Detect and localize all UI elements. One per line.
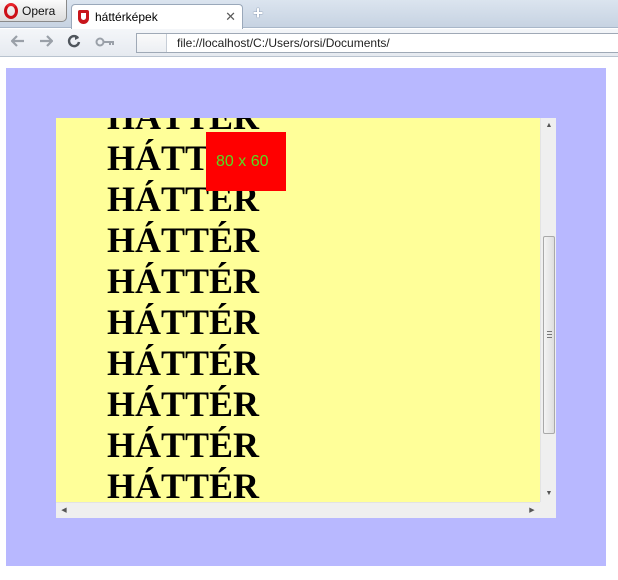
hatter-text: HÁTTÉR	[107, 179, 260, 219]
tab-title: háttérképek	[95, 10, 158, 24]
tab-hatterkepek[interactable]: háttérképek ✕	[71, 4, 243, 29]
tab-close-icon[interactable]: ✕	[225, 9, 236, 25]
vertical-scroll-thumb[interactable]	[543, 236, 555, 434]
hatter-text: HÁTTÉR	[107, 425, 260, 465]
scroll-up-arrow-icon[interactable]: ▲	[541, 118, 556, 134]
back-arrow-icon[interactable]	[8, 34, 28, 52]
red-box: 80 x 60	[206, 132, 286, 191]
forward-arrow-icon[interactable]	[36, 34, 56, 52]
grip-icon	[547, 331, 552, 338]
hatter-text: HÁTTÉR	[107, 466, 260, 506]
navigation-bar: file://localhost/C:/Users/orsi/Documents…	[0, 29, 618, 57]
scroll-right-arrow-icon[interactable]: ▶	[524, 503, 540, 518]
tab-favicon-icon	[78, 10, 89, 24]
new-tab-button[interactable]: +	[249, 4, 267, 23]
hatter-text: HÁTTÉR	[107, 261, 260, 301]
hatter-text: HÁTTÉR	[107, 138, 260, 178]
red-box-label: 80 x 60	[216, 153, 269, 170]
hatter-text: HÁTTÉR	[107, 220, 260, 260]
vertical-scrollbar[interactable]: ▲ ▼	[540, 118, 556, 502]
opera-menu-button[interactable]: Opera	[0, 0, 67, 22]
address-text[interactable]: file://localhost/C:/Users/orsi/Documents…	[167, 36, 390, 50]
address-field[interactable]: file://localhost/C:/Users/orsi/Documents…	[136, 33, 618, 53]
scrollable-box[interactable]: HÁTTÉR HÁTTÉR HÁTTÉR HÁTTÉR HÁTTÉR HÁTTÉ…	[56, 118, 556, 518]
hatter-text: HÁTTÉR	[107, 302, 260, 342]
reload-icon[interactable]	[64, 34, 84, 52]
opera-menu-label: Opera	[22, 3, 56, 18]
page-viewport: HÁTTÉR HÁTTÉR HÁTTÉR HÁTTÉR HÁTTÉR HÁTTÉ…	[0, 58, 618, 580]
scroll-content: HÁTTÉR HÁTTÉR HÁTTÉR HÁTTÉR HÁTTÉR HÁTTÉ…	[56, 118, 540, 507]
site-badge[interactable]	[137, 34, 167, 52]
opera-logo-icon	[4, 2, 18, 19]
outer-background: HÁTTÉR HÁTTÉR HÁTTÉR HÁTTÉR HÁTTÉR HÁTTÉ…	[6, 68, 606, 566]
scroll-down-arrow-icon[interactable]: ▼	[541, 486, 556, 502]
hatter-text: HÁTTÉR	[107, 384, 260, 424]
horizontal-scrollbar[interactable]: ◀ ▶	[56, 502, 540, 518]
scroll-left-arrow-icon[interactable]: ◀	[56, 503, 72, 518]
key-icon[interactable]	[92, 34, 118, 52]
scrollbar-corner	[540, 502, 556, 518]
tab-strip: Opera háttérképek ✕ +	[0, 0, 618, 29]
hatter-text: HÁTTÉR	[107, 343, 260, 383]
hatter-text: HÁTTÉR	[56, 118, 540, 138]
